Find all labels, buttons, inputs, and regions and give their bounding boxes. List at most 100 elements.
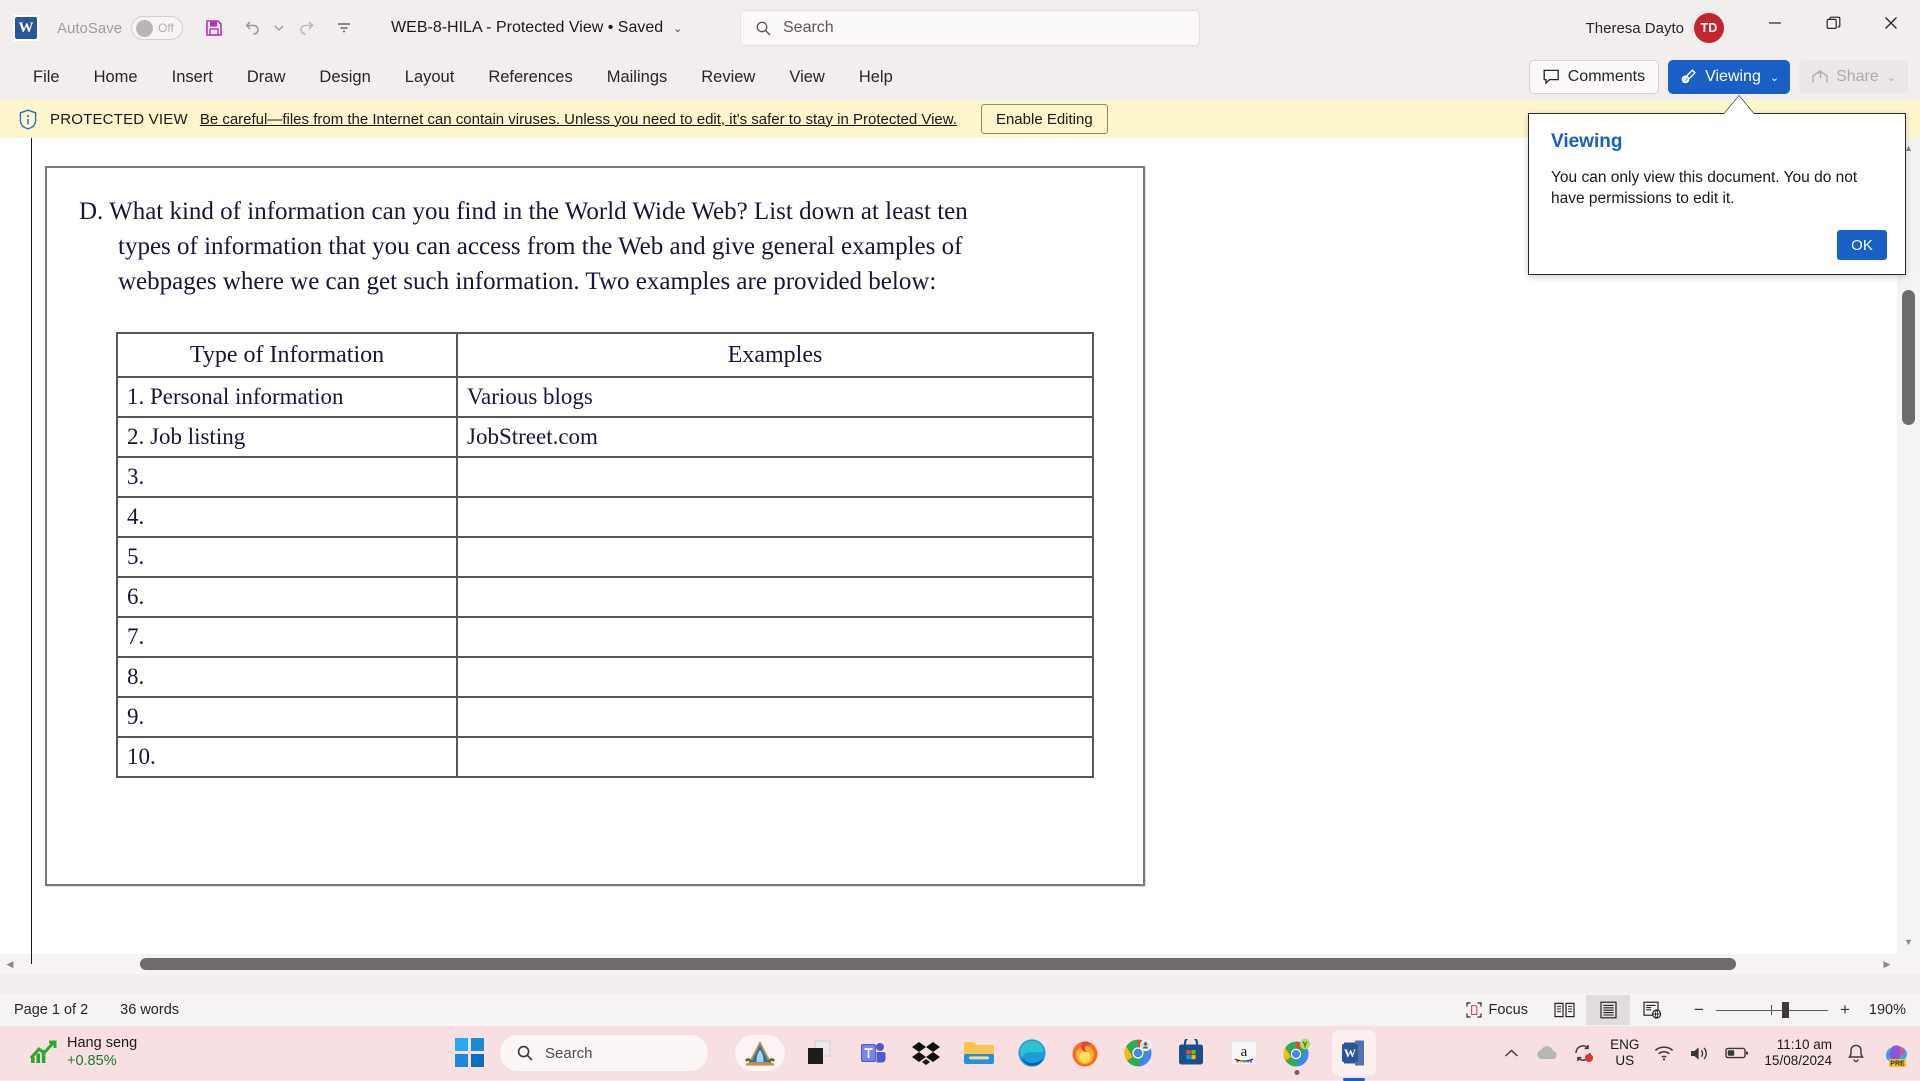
enable-editing-button[interactable]: Enable Editing — [980, 104, 1108, 134]
taskbar-search-input[interactable]: Search — [499, 1034, 709, 1072]
search-input[interactable]: Search — [740, 10, 1200, 46]
save-icon[interactable] — [197, 12, 231, 44]
onedrive-icon[interactable] — [1534, 1045, 1558, 1061]
files-dark-icon[interactable] — [802, 1035, 838, 1071]
chrome-profile-icon[interactable] — [1120, 1035, 1156, 1071]
zoom-level[interactable]: 190% — [1862, 1002, 1906, 1018]
document-title-chevron-icon[interactable]: ⌄ — [673, 22, 682, 35]
search-icon — [755, 20, 772, 37]
close-icon[interactable] — [1862, 0, 1920, 46]
file-explorer-icon[interactable] — [961, 1035, 997, 1071]
restore-icon[interactable] — [1804, 0, 1862, 46]
copilot-pre-icon[interactable]: PRE — [1880, 1039, 1910, 1067]
tab-review[interactable]: Review — [686, 62, 770, 93]
bell-icon[interactable] — [1847, 1044, 1865, 1063]
shield-info-icon — [18, 108, 38, 130]
tab-view[interactable]: View — [774, 62, 839, 93]
zoom-in-button[interactable]: + — [1838, 1000, 1852, 1020]
search-icon — [516, 1044, 534, 1062]
read-mode-button[interactable] — [1542, 995, 1586, 1025]
viewing-chevron-down-icon[interactable]: ⌄ — [1770, 71, 1779, 84]
web-layout-icon — [1642, 1001, 1662, 1019]
autosave-toggle[interactable]: Off — [131, 16, 184, 40]
language-line-2: US — [1615, 1053, 1635, 1068]
table-cell-type: 6. — [116, 576, 458, 618]
clock[interactable]: 11:10 am 15/08/2024 — [1764, 1037, 1832, 1069]
web-layout-button[interactable] — [1630, 995, 1674, 1025]
microsoft-edge-icon[interactable] — [1014, 1035, 1050, 1071]
page-indicator[interactable]: Page 1 of 2 — [14, 1002, 88, 1018]
running-indicator-dot — [1294, 1070, 1300, 1075]
volume-icon[interactable] — [1689, 1045, 1710, 1062]
print-layout-icon — [1599, 1001, 1617, 1019]
callout-ok-button[interactable]: OK — [1837, 230, 1887, 260]
tab-insert[interactable]: Insert — [157, 62, 228, 93]
camping-wallpaper-icon[interactable] — [735, 1035, 785, 1071]
microsoft-word-icon[interactable]: W — [1332, 1030, 1376, 1081]
comments-button[interactable]: Comments — [1528, 60, 1660, 94]
tab-design[interactable]: Design — [304, 62, 385, 93]
chevron-up-icon[interactable] — [1504, 1048, 1519, 1059]
language-line-1: ENG — [1610, 1037, 1640, 1053]
microsoft-teams-icon[interactable] — [855, 1035, 891, 1071]
tab-layout[interactable]: Layout — [390, 62, 470, 93]
zoom-out-button[interactable]: − — [1692, 1000, 1706, 1020]
customize-quick-access-icon[interactable] — [327, 12, 361, 44]
microsoft-store-icon[interactable] — [1173, 1035, 1209, 1071]
taskbar-widget-stocks[interactable]: Hang seng +0.85% — [28, 1034, 137, 1070]
search-placeholder: Search — [783, 19, 834, 36]
table-cell-example — [456, 696, 1094, 738]
undo-dropdown-chevron-icon[interactable] — [271, 12, 287, 44]
word-count[interactable]: 36 words — [120, 1002, 179, 1018]
battery-icon[interactable] — [1725, 1046, 1749, 1060]
viewing-button[interactable]: Viewing ⌄ — [1668, 60, 1791, 94]
wifi-icon[interactable] — [1654, 1045, 1674, 1061]
table-header-row: Type of Information Examples — [116, 332, 1094, 378]
undo-icon[interactable] — [234, 12, 268, 44]
horizontal-scrollbar[interactable]: ◀ ▶ — [0, 954, 1897, 974]
sync-alert-icon[interactable] — [1573, 1043, 1595, 1063]
tab-help[interactable]: Help — [844, 62, 908, 93]
ribbon-tab-bar: File Home Insert Draw Design Layout Refe… — [0, 56, 1920, 100]
zoom-slider-thumb[interactable] — [1782, 1002, 1789, 1018]
document-left-boundary — [31, 138, 32, 964]
avatar[interactable]: TD — [1694, 13, 1724, 43]
horizontal-scroll-thumb[interactable] — [140, 958, 1736, 970]
dropbox-icon[interactable] — [908, 1035, 944, 1071]
share-chevron-down-icon[interactable]: ⌄ — [1887, 71, 1896, 84]
stocks-title: Hang seng — [67, 1035, 138, 1051]
scroll-right-arrow-icon[interactable]: ▶ — [1877, 959, 1897, 970]
zoom-slider[interactable] — [1716, 1002, 1828, 1018]
tab-references[interactable]: References — [473, 62, 587, 93]
minimize-icon[interactable] — [1746, 0, 1804, 46]
table-cell-type: 2. Job listing — [116, 416, 458, 458]
scroll-left-arrow-icon[interactable]: ◀ — [0, 959, 20, 970]
firefox-icon[interactable] — [1067, 1035, 1103, 1071]
taskbar: Hang seng +0.85% Search a Y W ENG US 11:… — [0, 1026, 1920, 1081]
taskbar-search-placeholder: Search — [545, 1044, 593, 1062]
focus-button[interactable]: Focus — [1452, 1002, 1543, 1018]
windows-start-icon[interactable] — [455, 1038, 485, 1068]
vertical-scroll-thumb[interactable] — [1902, 290, 1915, 425]
table-row: 3. — [116, 456, 1094, 498]
tab-mailings[interactable]: Mailings — [592, 62, 683, 93]
user-account-area[interactable]: Theresa Dayto TD — [1586, 0, 1724, 56]
document-title-area[interactable]: WEB-8-HILA - Protected View • Saved ⌄ — [391, 19, 682, 37]
redo-icon[interactable] — [290, 12, 324, 44]
protected-view-label: PROTECTED VIEW — [50, 110, 188, 128]
status-bar-left: Page 1 of 2 36 words — [0, 1002, 179, 1018]
scroll-down-arrow-icon[interactable]: ▼ — [1897, 932, 1920, 952]
print-layout-button[interactable] — [1586, 995, 1630, 1025]
taskbar-app-icons: a Y W — [735, 1030, 1376, 1081]
zoom-slider-midpoint — [1771, 1005, 1772, 1015]
amazon-icon[interactable]: a — [1226, 1035, 1262, 1071]
autosave-label: AutoSave — [57, 19, 123, 37]
tab-draw[interactable]: Draw — [232, 62, 301, 93]
language-indicator[interactable]: ENG US — [1610, 1037, 1639, 1068]
table-row: 7. — [116, 616, 1094, 658]
chrome-icon[interactable]: Y — [1279, 1035, 1315, 1075]
share-button[interactable]: Share ⌄ — [1799, 60, 1908, 94]
tab-file[interactable]: File — [18, 62, 75, 93]
word-logo-icon: W — [13, 15, 39, 41]
tab-home[interactable]: Home — [79, 62, 153, 93]
